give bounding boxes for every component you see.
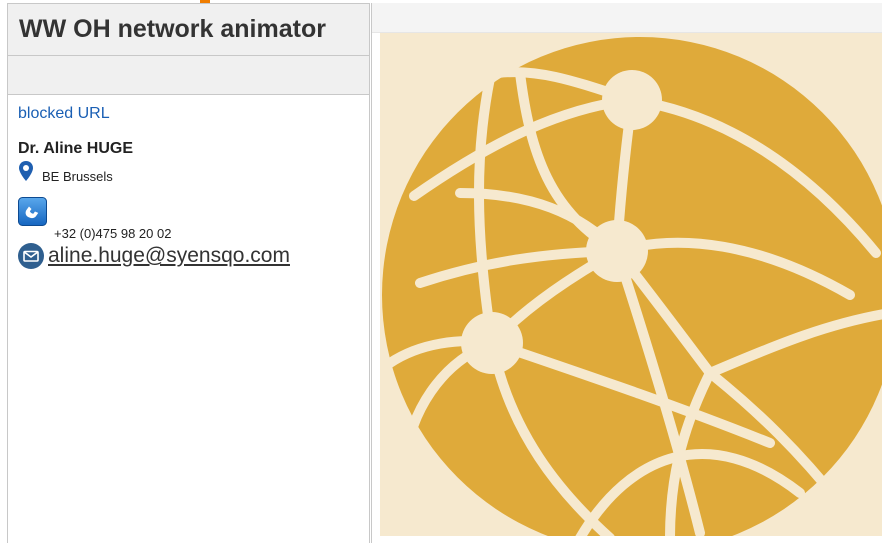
profile-content: blocked URL Dr. Aline HUGE BE Brussels +… — [8, 95, 369, 269]
blocked-url-link[interactable]: blocked URL — [18, 105, 110, 123]
location-row: BE Brussels — [18, 161, 359, 184]
image-panel-header — [372, 3, 882, 33]
image-panel — [371, 3, 882, 543]
phone-row: +32 (0)475 98 20 02 — [18, 197, 359, 241]
map-pin-icon — [19, 161, 33, 181]
subheader-bar — [8, 56, 369, 95]
phone-icon[interactable] — [18, 197, 47, 226]
page-title: WW OH network animator — [8, 4, 369, 56]
email-row: aline.huge@syensqo.com — [18, 243, 359, 269]
network-globe-image — [380, 33, 882, 536]
phone-number: +32 (0)475 98 20 02 — [54, 226, 172, 241]
email-link[interactable]: aline.huge@syensqo.com — [48, 244, 290, 268]
profile-panel: WW OH network animator blocked URL Dr. A… — [7, 3, 370, 543]
person-name: Dr. Aline HUGE — [18, 140, 133, 157]
location-text: BE Brussels — [42, 169, 113, 184]
email-icon[interactable] — [18, 243, 44, 269]
